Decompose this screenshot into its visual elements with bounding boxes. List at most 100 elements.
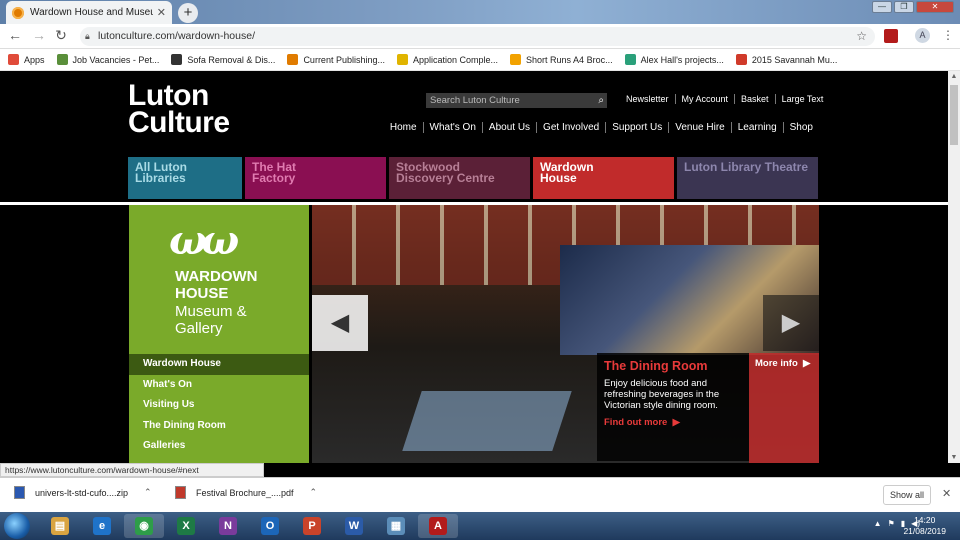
taskbar-app-button[interactable]: ▦ xyxy=(376,514,416,538)
forward-arrow-icon[interactable]: → xyxy=(30,27,48,43)
bookmark-item[interactable]: Job Vacancies - Pet... xyxy=(56,54,159,65)
main-nav-link[interactable]: Home xyxy=(384,122,423,133)
venue-tab-libraries[interactable]: All Luton Libraries xyxy=(128,157,242,199)
side-nav-item[interactable]: What's On xyxy=(129,375,309,396)
scroll-down-icon[interactable]: ▼ xyxy=(948,454,960,461)
find-out-more-label: Find out more xyxy=(604,417,668,428)
bookmark-item[interactable]: Application Comple... xyxy=(396,54,498,65)
logo-name-line: HOUSE xyxy=(175,285,229,302)
venue-tabs: All Luton Libraries The Hat Factory Stoc… xyxy=(128,157,818,199)
acrobat-icon: A xyxy=(429,517,447,535)
window-close-button[interactable]: ✕ xyxy=(916,1,954,13)
word-icon: W xyxy=(345,517,363,535)
tray-expand-icon[interactable]: ▲ xyxy=(874,519,882,528)
taskbar-app-button[interactable]: P xyxy=(292,514,332,538)
main-nav-link[interactable]: What's On xyxy=(422,122,482,133)
search-icon[interactable]: ⌕ xyxy=(598,93,604,108)
luton-culture-logo[interactable]: Luton Culture xyxy=(128,81,230,139)
browser-toolbar: ← → ↻ 🔒︎ lutonculture.com/wardown-house/… xyxy=(0,24,960,49)
bookmark-favicon-icon xyxy=(735,54,747,65)
utility-link[interactable]: Large Text xyxy=(774,94,830,104)
minimize-button[interactable]: — xyxy=(872,1,892,13)
show-all-downloads-button[interactable]: Show all xyxy=(883,485,931,505)
restore-button[interactable]: ❐ xyxy=(894,1,914,13)
venue-tab-hat-factory[interactable]: The Hat Factory xyxy=(245,157,386,199)
side-nav-item[interactable]: Visiting Us xyxy=(129,395,309,416)
chrome-icon: ◉ xyxy=(135,517,153,535)
taskbar-app-button[interactable]: N xyxy=(208,514,248,538)
main-nav-link[interactable]: Venue Hire xyxy=(668,122,730,133)
taskbar-app-button[interactable]: ◉ xyxy=(124,514,164,538)
excel-icon: X xyxy=(177,517,195,535)
web-page: Luton Culture Search Luton Culture ⌕ New… xyxy=(0,71,948,463)
main-nav-link[interactable]: About Us xyxy=(481,122,536,133)
bookmark-item[interactable]: Short Runs A4 Broc... xyxy=(510,54,613,65)
utility-link[interactable]: My Account xyxy=(674,94,735,104)
side-nav-item[interactable]: Wardown House xyxy=(129,354,309,375)
scroll-up-icon[interactable]: ▲ xyxy=(948,73,960,80)
tab-close-icon[interactable]: ✕ xyxy=(157,6,166,19)
start-button[interactable] xyxy=(4,513,30,539)
flag-icon[interactable]: ⚑ xyxy=(888,519,895,528)
venue-tab-library-theatre[interactable]: Luton Library Theatre xyxy=(677,157,818,199)
taskbar-app-button[interactable]: O xyxy=(250,514,290,538)
address-bar[interactable]: 🔒︎ lutonculture.com/wardown-house/ ☆ xyxy=(80,27,875,46)
new-tab-button[interactable]: + xyxy=(178,3,198,23)
taskbar-app-button[interactable]: e xyxy=(82,514,122,538)
utility-link[interactable]: Basket xyxy=(734,94,775,104)
bookmark-star-icon[interactable]: ☆ xyxy=(856,27,867,46)
scrollbar-thumb[interactable] xyxy=(950,85,958,145)
find-out-more-link[interactable]: Find out more ▶ xyxy=(604,417,742,428)
reload-icon[interactable]: ↻ xyxy=(52,27,70,44)
download-shelf: univers-lt-std-cufo....zip ⌃ Festival Br… xyxy=(0,477,960,512)
bookmark-item[interactable]: Alex Hall's projects... xyxy=(624,54,724,65)
download-item-pdf[interactable]: Festival Brochure_....pdf ⌃ xyxy=(175,486,317,499)
bookmark-item[interactable]: Current Publishing... xyxy=(287,54,385,65)
outlook-icon: O xyxy=(261,517,279,535)
acrobat-extension-icon[interactable] xyxy=(884,29,898,43)
taskbar-app-button[interactable]: ▤ xyxy=(40,514,80,538)
slide-caption: The Dining Room Enjoy delicious food and… xyxy=(597,353,749,461)
browser-menu-icon[interactable]: ⋮ xyxy=(942,28,954,42)
chevron-up-icon[interactable]: ⌃ xyxy=(310,487,318,498)
download-item-zip[interactable]: univers-lt-std-cufo....zip ⌃ xyxy=(14,486,152,499)
tab-title: Wardown House and Museum - xyxy=(30,7,153,18)
bookmark-favicon-icon xyxy=(171,54,183,65)
side-nav-item[interactable]: The Dining Room xyxy=(129,416,309,437)
bookmark-item[interactable]: Apps xyxy=(8,54,45,65)
download-filename: Festival Brochure_....pdf xyxy=(196,487,294,498)
taskbar-app-button[interactable]: A xyxy=(418,514,458,538)
windows-taskbar: ▤ e ◉ X N O P W ▦ A ▲ ⚑ ▮ ◀) 14:20 21/08/2019 xyxy=(0,512,960,540)
logo-sub-line: Museum & xyxy=(175,303,247,320)
site-search-input[interactable]: Search Luton Culture ⌕ xyxy=(426,93,607,108)
slide-next-arrow-icon[interactable]: ▶ xyxy=(763,295,819,351)
profile-avatar[interactable]: A xyxy=(915,28,930,43)
arrow-right-icon: ▶ xyxy=(800,358,811,369)
slide-prev-arrow-icon[interactable]: ◀ xyxy=(312,295,368,351)
clock-date: 21/08/2019 xyxy=(903,526,946,536)
taskbar-clock[interactable]: 14:20 21/08/2019 xyxy=(903,515,946,537)
venue-tab-stockwood[interactable]: Stockwood Discovery Centre xyxy=(389,157,530,199)
venue-tab-wardown-house[interactable]: Wardown House xyxy=(533,157,674,199)
logo-sub-line: Gallery xyxy=(175,320,223,337)
bookmark-item[interactable]: Sofa Removal & Dis... xyxy=(171,54,275,65)
taskbar-app-button[interactable]: W xyxy=(334,514,374,538)
wardown-logo-mark: ωω xyxy=(169,217,239,264)
venue-label: House xyxy=(540,171,577,185)
side-nav-item[interactable]: Galleries xyxy=(129,436,309,457)
utility-link[interactable]: Newsletter xyxy=(620,94,675,104)
chevron-up-icon[interactable]: ⌃ xyxy=(144,487,152,498)
logo-line-2: Culture xyxy=(128,106,230,139)
more-info-link[interactable]: More info ▶ xyxy=(749,353,819,463)
main-nav-link[interactable]: Learning xyxy=(730,122,783,133)
taskbar-app-button[interactable]: X xyxy=(166,514,206,538)
back-arrow-icon[interactable]: ← xyxy=(6,27,24,43)
main-nav-link[interactable]: Shop xyxy=(782,122,819,133)
bookmark-item[interactable]: 2015 Savannah Mu... xyxy=(735,54,837,65)
close-icon[interactable]: ✕ xyxy=(942,487,951,500)
main-nav-link[interactable]: Support Us xyxy=(605,122,668,133)
page-scrollbar[interactable]: ▲ ▼ xyxy=(948,71,960,463)
main-nav-link[interactable]: Get Involved xyxy=(536,122,605,133)
venue-sidebar: ωω WARDOWN HOUSE Museum & Gallery Wardow… xyxy=(129,205,309,463)
browser-tab[interactable]: Wardown House and Museum - ✕ xyxy=(6,1,172,24)
